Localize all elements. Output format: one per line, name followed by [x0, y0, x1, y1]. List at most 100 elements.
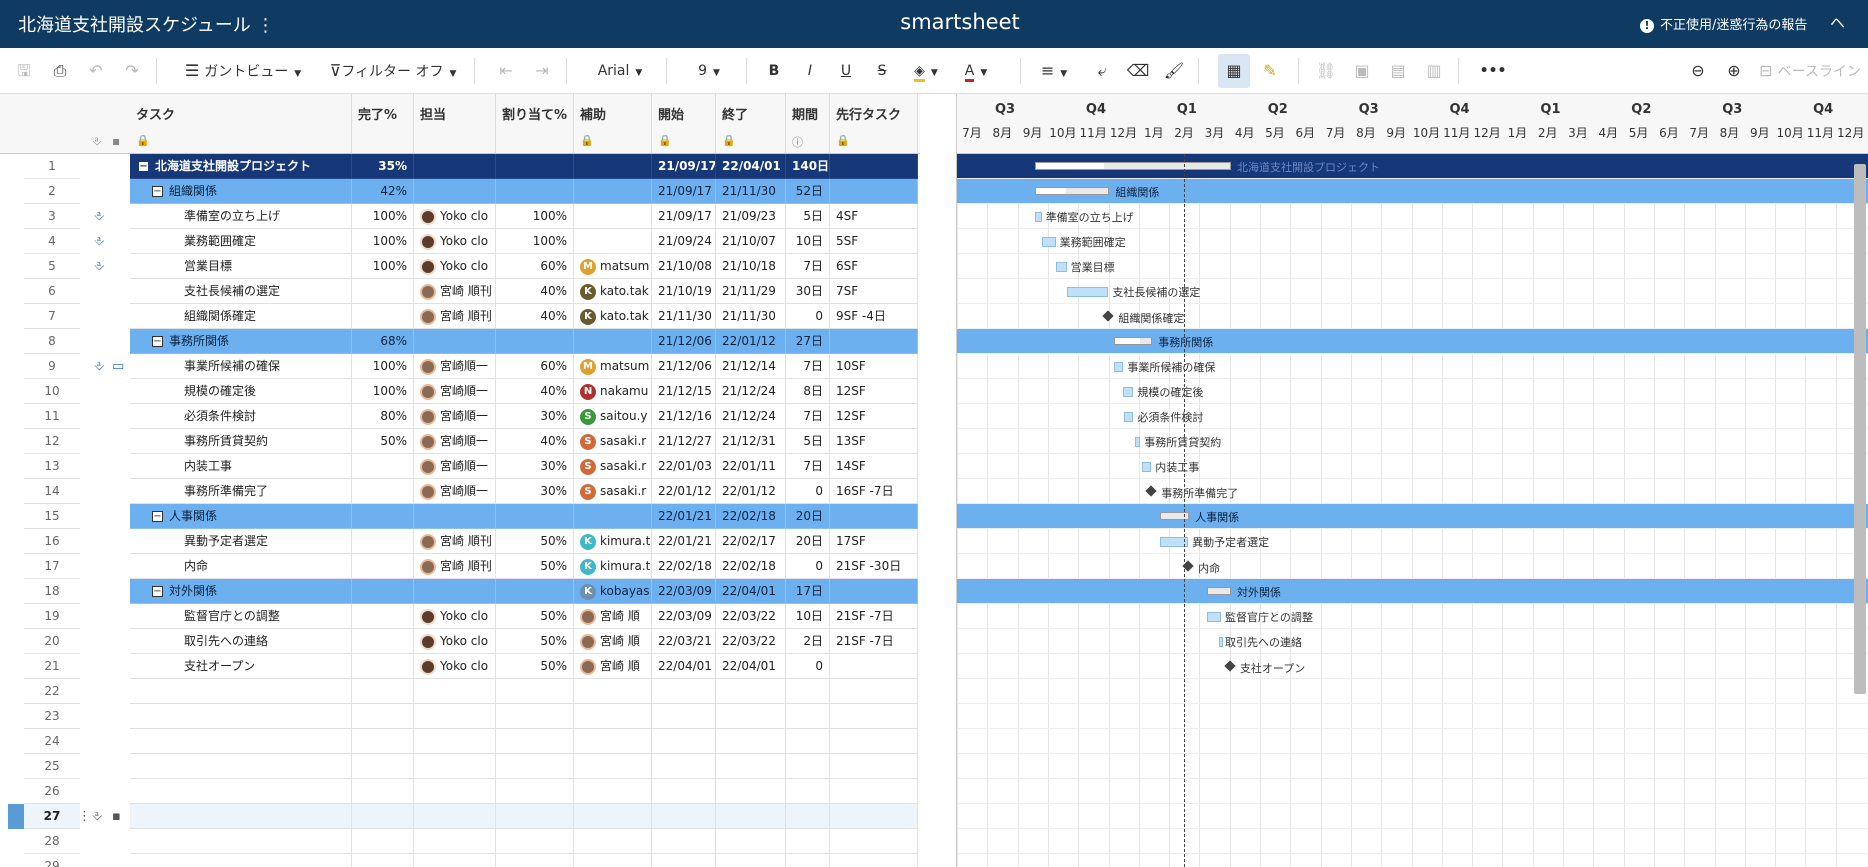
- cell-pct[interactable]: [352, 829, 414, 854]
- attachment-icon[interactable]: ⎀: [94, 209, 104, 224]
- cell-pct[interactable]: [352, 679, 414, 704]
- cell-assignee[interactable]: [414, 779, 496, 804]
- cell-start[interactable]: 22/03/09: [652, 604, 716, 629]
- cell-alloc[interactable]: 50%: [496, 529, 574, 554]
- cell-start[interactable]: 21/09/17: [652, 179, 716, 204]
- cell-assist[interactable]: Kkobayas: [574, 579, 652, 604]
- cell-assignee[interactable]: [414, 704, 496, 729]
- cell-pred[interactable]: 12SF: [830, 379, 918, 404]
- table-row[interactable]: 12 事務所賃貸契約 50% 宮崎順一 40% Ssasaki.r 21/12/27 21/1…: [0, 429, 920, 454]
- zoom-out-icon[interactable]: ⊖: [1686, 54, 1710, 88]
- cell-dur[interactable]: [786, 704, 830, 729]
- cell-pct[interactable]: 100%: [352, 379, 414, 404]
- cell-assist[interactable]: [574, 329, 652, 354]
- cell-assist[interactable]: [574, 679, 652, 704]
- cell-assignee[interactable]: [414, 179, 496, 204]
- cell-dur[interactable]: [786, 804, 830, 829]
- cell-alloc[interactable]: 50%: [496, 554, 574, 579]
- cell-start[interactable]: [652, 779, 716, 804]
- col-start[interactable]: 開始 🔒: [652, 94, 716, 154]
- cell-pred[interactable]: [830, 779, 918, 804]
- task-cell[interactable]: − 事務所関係: [130, 329, 352, 354]
- cell-pred[interactable]: 13SF: [830, 429, 918, 454]
- task-cell[interactable]: 準備室の立ち上げ: [130, 204, 352, 229]
- cell-start[interactable]: 22/04/01: [652, 654, 716, 679]
- col-assist[interactable]: 補助 🔒: [574, 94, 652, 154]
- cell-pred[interactable]: [830, 754, 918, 779]
- cell-start[interactable]: 21/11/30: [652, 304, 716, 329]
- cell-assignee[interactable]: 宮崎 順刊: [414, 554, 496, 579]
- cell-assignee[interactable]: Yoko clo: [414, 254, 496, 279]
- cell-start[interactable]: 22/01/21: [652, 504, 716, 529]
- table-row[interactable]: 3 ⎀ 準備室の立ち上げ 100% Yoko clo 100% 21/09/17 21/09/…: [0, 204, 920, 229]
- cell-assist[interactable]: [574, 779, 652, 804]
- table-row[interactable]: 16 異動予定者選定 宮崎 順刊 50% Kkimura.t 22/01/21 22/02/…: [0, 529, 920, 554]
- cell-pred[interactable]: [830, 179, 918, 204]
- cell-start[interactable]: 22/01/12: [652, 479, 716, 504]
- row-number[interactable]: 27: [24, 804, 80, 829]
- row-number[interactable]: 19: [24, 604, 80, 629]
- font-size-select[interactable]: 9 ▼: [684, 54, 734, 88]
- cell-end[interactable]: 21/11/29: [716, 279, 786, 304]
- bold-icon[interactable]: B: [762, 54, 786, 88]
- cell-pct[interactable]: 80%: [352, 404, 414, 429]
- save-icon[interactable]: 🖫: [12, 54, 36, 88]
- cell-dur[interactable]: [786, 854, 830, 867]
- attachment-icon[interactable]: ⎀: [94, 359, 104, 374]
- cell-start[interactable]: 21/10/08: [652, 254, 716, 279]
- cell-assist[interactable]: Kkimura.t: [574, 554, 652, 579]
- cell-dur[interactable]: [786, 679, 830, 704]
- cell-end[interactable]: [716, 779, 786, 804]
- cell-alloc[interactable]: [496, 704, 574, 729]
- cell-pred[interactable]: 4SF: [830, 204, 918, 229]
- table-row[interactable]: 26: [0, 779, 920, 804]
- cell-dur[interactable]: 7日: [786, 454, 830, 479]
- font-select[interactable]: Arial ▼: [584, 54, 656, 88]
- cell-pct[interactable]: [352, 729, 414, 754]
- cell-assignee[interactable]: [414, 804, 496, 829]
- cell-pct[interactable]: [352, 454, 414, 479]
- cell-pred[interactable]: 16SF -7日: [830, 479, 918, 504]
- cell-assignee[interactable]: 宮崎順一: [414, 479, 496, 504]
- cell-end[interactable]: 22/02/17: [716, 529, 786, 554]
- cell-pred[interactable]: 9SF -4日: [830, 304, 918, 329]
- row-number[interactable]: 16: [24, 529, 80, 554]
- row-number[interactable]: 18: [24, 579, 80, 604]
- underline-icon[interactable]: U: [834, 54, 858, 88]
- table-row[interactable]: 20 取引先への連絡 Yoko clo 50% 宮崎 順 22/03/21 22/03/22…: [0, 629, 920, 654]
- cell-pred[interactable]: [830, 504, 918, 529]
- link-icon[interactable]: ⛓: [1314, 54, 1338, 88]
- collapse-toggle-icon[interactable]: −: [152, 186, 163, 197]
- cell-dur[interactable]: 2日: [786, 629, 830, 654]
- cell-assignee[interactable]: 宮崎順一: [414, 429, 496, 454]
- cell-alloc[interactable]: 50%: [496, 604, 574, 629]
- row-menu-icon[interactable]: ⋮: [78, 809, 91, 824]
- task-bar[interactable]: [1218, 637, 1223, 647]
- cell-pct[interactable]: 35%: [352, 154, 414, 179]
- summary-bar[interactable]: [1034, 162, 1231, 170]
- grid-view-icon[interactable]: ▦: [1218, 54, 1250, 88]
- collapse-toggle-icon[interactable]: −: [138, 161, 149, 172]
- cell-end[interactable]: [716, 754, 786, 779]
- task-cell[interactable]: 内装工事: [130, 454, 352, 479]
- cell-dur[interactable]: [786, 779, 830, 804]
- cell-assist[interactable]: [574, 829, 652, 854]
- cell-end[interactable]: 22/02/18: [716, 504, 786, 529]
- table-row[interactable]: 10 規模の確定後 100% 宮崎順一 40% Nnakamu 21/12/15 21/12/…: [0, 379, 920, 404]
- cell-alloc[interactable]: 100%: [496, 229, 574, 254]
- cell-alloc[interactable]: [496, 179, 574, 204]
- cell-dur[interactable]: 20日: [786, 504, 830, 529]
- gantt-view-dropdown[interactable]: ☰ ガントビュー ▼: [178, 54, 308, 88]
- sheet-title[interactable]: 北海道支社開設スケジュール ⋮: [18, 11, 274, 37]
- table-row[interactable]: 8− 事務所関係 68% 21/12/06 22/01/12 27日: [0, 329, 920, 354]
- task-cell[interactable]: [130, 804, 352, 829]
- cell-alloc[interactable]: [496, 829, 574, 854]
- cell-pred[interactable]: [830, 154, 918, 179]
- row-number[interactable]: 11: [24, 404, 80, 429]
- cell-pct[interactable]: [352, 629, 414, 654]
- cell-start[interactable]: 21/10/19: [652, 279, 716, 304]
- cell-start[interactable]: 21/12/06: [652, 354, 716, 379]
- cell-pred[interactable]: 7SF: [830, 279, 918, 304]
- cell-dur[interactable]: 7日: [786, 404, 830, 429]
- undo-icon[interactable]: ↶: [84, 54, 108, 88]
